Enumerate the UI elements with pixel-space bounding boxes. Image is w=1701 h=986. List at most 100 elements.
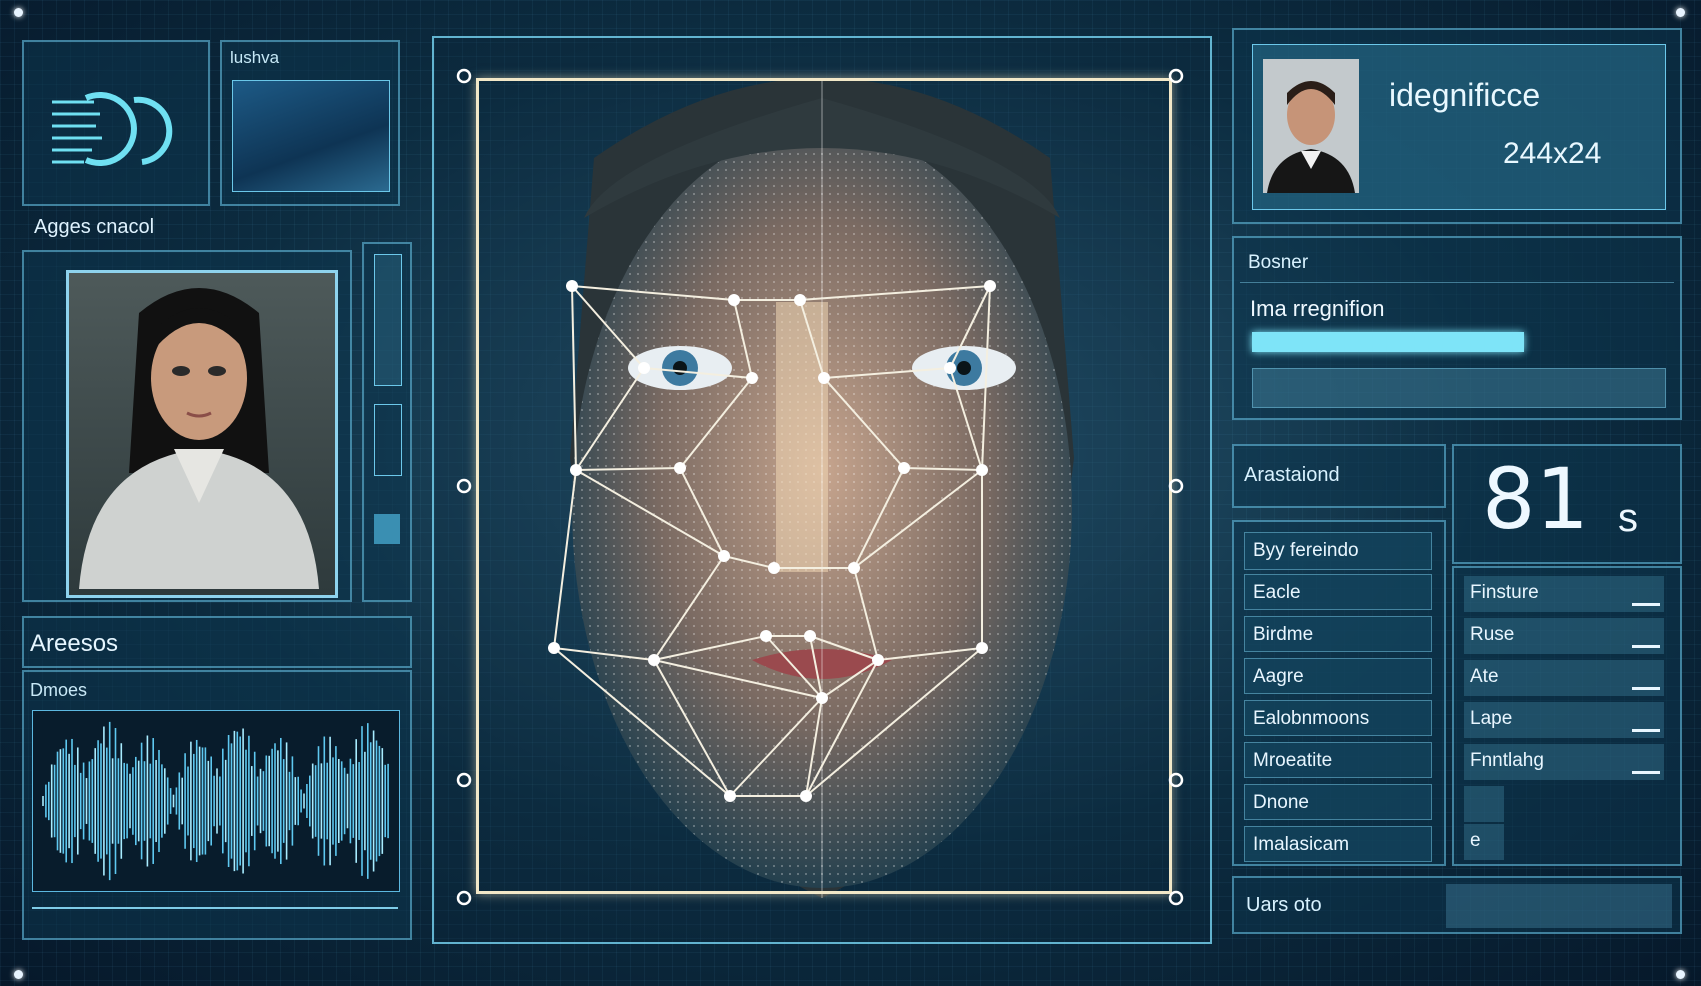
list-item[interactable]: Ealobnmoons [1244,700,1432,736]
frame-handle[interactable] [1168,478,1184,494]
mesh-edge [765,635,823,699]
list-header-label: Byy fereindo [1253,540,1359,561]
mesh-edge [553,647,655,661]
frame-handle[interactable] [1168,890,1184,906]
corner-light [14,8,23,17]
frame-handle[interactable] [1168,772,1184,788]
id-photo [1263,59,1359,193]
mesh-edge [821,659,879,699]
list-item[interactable]: Dnone [1244,784,1432,820]
strip-slot [374,254,402,386]
waveform-graph [42,721,389,881]
value-marker [1632,771,1660,774]
landmark-point [570,464,582,476]
recognition-progress-fill [1252,332,1524,352]
portrait-title: Agges cnacol [34,216,155,238]
frame-handle[interactable] [1168,68,1184,84]
landmark-point [872,654,884,666]
landmark-point [728,294,740,306]
mesh-edge [981,285,991,471]
value-label: e [1470,830,1481,851]
value-row: Fnntlahg [1464,744,1664,780]
frame-handle[interactable] [456,68,472,84]
mesh-edge [653,555,725,661]
mesh-edge [643,367,753,379]
landmark-point [724,790,736,802]
lock-icon [374,404,402,476]
value-label: Fnntlahg [1470,750,1544,771]
mesh-edge [553,469,577,649]
value-label: Ate [1470,666,1499,687]
value-label: Lape [1470,708,1513,729]
mesh-edge [903,467,983,471]
mesh-edge [575,467,681,471]
corner-light [14,970,23,979]
corner-light [1676,8,1685,17]
analysis-label: Arastaiond [1244,464,1340,486]
landmark-point [674,462,686,474]
list-item[interactable]: Mroeatite [1244,742,1432,778]
strip-indicator [374,514,400,544]
portrait-panel [22,250,352,602]
frame-handle[interactable] [456,772,472,788]
landmark-point [976,642,988,654]
list-item-label: Dnone [1253,792,1309,813]
mesh-edge [799,285,991,301]
list-item[interactable]: Aagre [1244,658,1432,694]
frame-handle[interactable] [456,478,472,494]
landmark-point [794,294,806,306]
landmark-point [548,642,560,654]
landmark-point [816,692,828,704]
list-item-label: Birdme [1253,624,1314,645]
landmark-point [848,562,860,574]
list-item-label: Mroeatite [1253,750,1333,771]
mesh-edge [679,377,753,469]
landmark-point [804,630,816,642]
recognition-progress-track [1252,332,1664,352]
thumbnail-label: lushva [230,48,280,67]
mesh-edge [571,285,577,471]
value-marker [1632,729,1660,732]
footer-panel[interactable]: Uars oto [1232,876,1682,934]
value-row [1464,786,1504,822]
mesh-edge [733,299,753,379]
list-item[interactable]: Imalasicam [1244,826,1432,862]
mesh-edge [653,635,767,661]
identity-card-panel: idegnificce 244x24 [1232,28,1682,224]
landmark-point [818,372,830,384]
corner-light [1676,970,1685,979]
landmark-point [566,280,578,292]
waveform-axis [32,907,398,909]
recognition-header: Bosner [1248,252,1309,273]
list-item[interactable]: Eacle [1244,574,1432,610]
list-item-label: Ealobnmoons [1253,708,1370,729]
audio-waveform [32,710,400,892]
mesh-edge [805,647,983,797]
value-row: Lape [1464,702,1664,738]
value-marker [1632,603,1660,606]
list-item[interactable]: Birdme [1244,616,1432,652]
man-portrait-image [1263,59,1359,193]
mesh-edge [571,285,645,369]
mesh-edge [799,299,825,379]
value-row: e [1464,824,1504,860]
list-item-label: Eacle [1253,582,1301,603]
mesh-edge [949,367,983,471]
thumbnail-panel[interactable]: lushva [220,40,400,206]
value-row: Ruse [1464,618,1664,654]
landmark-point [718,550,730,562]
mesh-edge [853,567,879,661]
mesh-edge [949,285,991,369]
list-item-label: Imalasicam [1253,834,1350,855]
mesh-edge [653,659,731,797]
logo-panel [22,40,210,206]
footer-label: Uars oto [1246,894,1322,916]
value-marker [1632,645,1660,648]
waveform-label: Dmoes [30,680,88,700]
landmark-point [800,790,812,802]
landmark-point [768,562,780,574]
frame-handle[interactable] [456,890,472,906]
landmark-point [638,362,650,374]
side-control-strip [362,242,412,602]
subject-portrait [66,270,338,598]
